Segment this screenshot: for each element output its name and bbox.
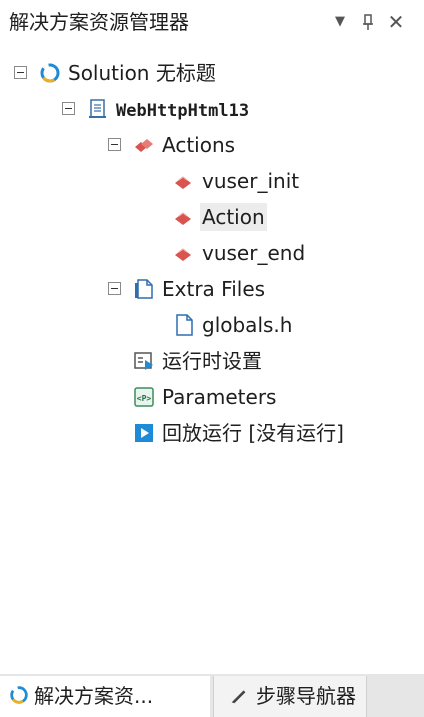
tree-node-actions[interactable]: Actions	[0, 128, 424, 164]
tree-node-runtime-settings[interactable]: 运行时设置	[0, 344, 424, 380]
tree-label-parameters: Parameters	[162, 385, 277, 409]
tree-node-globals[interactable]: globals.h	[0, 308, 424, 344]
tree-label-action: vuser_end	[202, 241, 306, 265]
tree-node-action-main[interactable]: Action	[0, 200, 424, 236]
tab-label: 步骤导航器	[256, 684, 356, 708]
tree-node-solution[interactable]: Solution 无标题	[0, 56, 424, 92]
collapse-toggle[interactable]	[62, 102, 75, 115]
collapse-toggle[interactable]	[108, 282, 121, 295]
tree-label-replay: 回放运行 [没有运行]	[162, 421, 344, 445]
pin-button[interactable]	[358, 12, 378, 32]
solution-icon	[10, 686, 28, 704]
tree-node-extra-files[interactable]: Extra Files	[0, 272, 424, 308]
tree-node-replay[interactable]: 回放运行 [没有运行]	[0, 416, 424, 452]
script-document-icon	[89, 99, 106, 118]
parameters-icon: <P>	[134, 387, 154, 407]
solution-icon	[40, 63, 60, 83]
tree-label-actions: Actions	[162, 133, 236, 157]
collapse-toggle[interactable]	[14, 66, 27, 79]
tree-label-extra-files: Extra Files	[162, 277, 266, 301]
panel-title-bar: 解决方案资源管理器 ▼ ✕	[0, 0, 424, 44]
svg-text:<P>: <P>	[137, 394, 152, 403]
tree-node-parameters[interactable]: <P> Parameters	[0, 380, 424, 416]
solution-tree: Solution 无标题 WebHttpHtml13 Actions vuser…	[0, 44, 424, 674]
tab-label: 解决方案资...	[34, 684, 154, 708]
tree-node-action-vuser-init[interactable]: vuser_init	[0, 164, 424, 200]
solution-explorer-panel: 解决方案资源管理器 ▼ ✕ Solution 无标题 WebHttpHtml13…	[0, 0, 424, 717]
close-button[interactable]: ✕	[386, 12, 406, 32]
tab-solution-explorer[interactable]: 解决方案资...	[0, 676, 210, 717]
panel-title: 解决方案资源管理器	[9, 10, 189, 34]
extra-files-icon	[135, 279, 153, 299]
tree-label-script: WebHttpHtml13	[116, 101, 250, 121]
action-icon	[175, 212, 191, 225]
tree-label-runtime-settings: 运行时设置	[162, 349, 262, 373]
tree-label-solution: Solution 无标题	[68, 61, 216, 85]
tree-label-action: vuser_init	[202, 169, 300, 193]
pin-icon	[363, 14, 373, 30]
dropdown-menu-button[interactable]: ▼	[330, 12, 350, 32]
actions-icon	[135, 139, 153, 152]
tree-node-action-vuser-end[interactable]: vuser_end	[0, 236, 424, 272]
collapse-toggle[interactable]	[108, 138, 121, 151]
bottom-tab-bar: 解决方案资... 步骤导航器	[0, 674, 424, 717]
pen-icon	[231, 690, 246, 704]
action-icon	[175, 248, 191, 261]
action-icon	[175, 176, 191, 189]
file-icon	[176, 314, 193, 336]
tree-label-globals: globals.h	[202, 313, 293, 337]
tree-node-script[interactable]: WebHttpHtml13	[0, 92, 424, 128]
play-icon	[135, 424, 153, 442]
tree-label-action: Action	[200, 203, 267, 231]
tab-step-navigator[interactable]: 步骤导航器	[213, 676, 367, 717]
runtime-settings-icon	[134, 352, 153, 370]
